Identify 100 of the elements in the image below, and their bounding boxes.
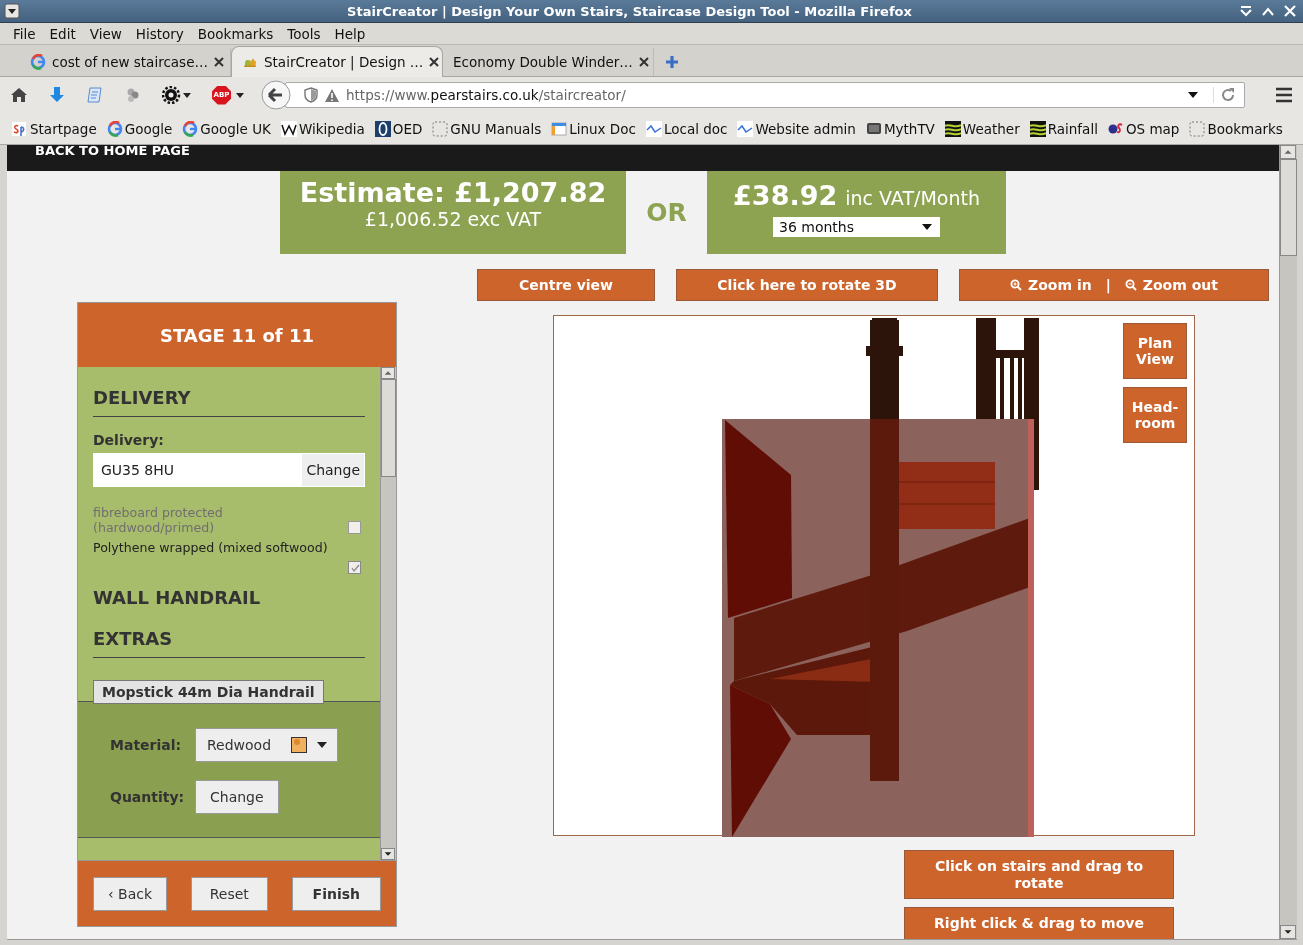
menu-item[interactable]: Edit	[42, 25, 83, 42]
dropdown-icon[interactable]	[1187, 90, 1199, 100]
stage-title: STAGE 11 of 11	[78, 302, 396, 367]
tv-icon	[865, 120, 882, 137]
change-button[interactable]: Change	[195, 780, 279, 814]
change-button[interactable]: Change	[302, 454, 364, 486]
bookmark-item[interactable]: OS map	[1107, 120, 1180, 137]
bookmark-item[interactable]: Weather	[944, 120, 1020, 137]
hint-button[interactable]: Right click & drag to move	[904, 907, 1174, 939]
back-icon[interactable]	[261, 80, 291, 110]
google-logo-icon	[182, 120, 199, 137]
view-button[interactable]: Click here to rotate 3D	[676, 269, 938, 301]
caret-icon	[317, 742, 327, 748]
zoom-in-icon	[1010, 279, 1023, 291]
wave-icon	[645, 120, 662, 137]
menu-item[interactable]: Help	[327, 25, 373, 42]
bookmark-item[interactable]: Wikipedia	[280, 120, 365, 137]
scrollbar-thumb[interactable]	[381, 379, 396, 477]
address-field[interactable]: https://www.pearstairs.co.uk/staircreator/	[285, 82, 1245, 108]
tab-label: cost of new staircase…	[52, 54, 208, 70]
tab-label: Economy Double Winder…	[453, 54, 633, 70]
bookmark-item[interactable]: Local doc	[645, 120, 728, 137]
field-label: Delivery:	[93, 432, 165, 448]
url-text: https://www.pearstairs.co.uk/staircreator/	[346, 87, 627, 103]
monthly-amount: £38.92	[733, 180, 838, 211]
bookmark-item[interactable]: Bookmarks	[1189, 120, 1283, 137]
footer-button[interactable]: ‹ Back	[93, 876, 168, 911]
striped-logo-icon	[1029, 120, 1046, 137]
section-heading: EXTRAS	[93, 628, 365, 658]
download-icon[interactable]	[48, 86, 66, 104]
caret-icon	[922, 224, 932, 230]
new-tab-icon[interactable]	[664, 54, 680, 70]
term-dropdown[interactable]: 36 months	[773, 217, 940, 237]
hint-button[interactable]: Click on stairs and drag to rotate	[904, 850, 1174, 899]
home-icon[interactable]	[10, 86, 28, 104]
view-button[interactable]: Centre view	[477, 269, 655, 301]
wave-icon	[737, 120, 754, 137]
google-logo-icon	[106, 120, 123, 137]
scroll-up-icon[interactable]	[381, 367, 395, 379]
scrollbar[interactable]	[380, 367, 396, 860]
oed-logo-icon	[374, 120, 391, 137]
reload-icon[interactable]	[1213, 87, 1236, 103]
browser-tab[interactable]: Economy Double Winder…	[443, 48, 654, 76]
bookmark-item[interactable]: Rainfall	[1029, 120, 1098, 137]
zoom-out-icon	[1124, 279, 1137, 291]
browser-tab[interactable]: StairCreator | Design …	[231, 46, 443, 77]
close-icon[interactable]	[638, 57, 649, 67]
menu-item[interactable]: Tools	[280, 25, 328, 42]
menu-item[interactable]: Bookmarks	[190, 25, 281, 42]
back-to-home-link[interactable]: BACK TO HOME PAGE	[35, 145, 190, 157]
bookmark-item[interactable]: Google	[106, 120, 173, 137]
zoom-out-link[interactable]: Zoom out	[1124, 277, 1218, 293]
footer-button[interactable]: Reset	[190, 876, 268, 911]
bookmark-item[interactable]: MythTV	[865, 120, 935, 137]
zoom-in-link[interactable]: Zoom in	[1010, 277, 1092, 293]
section-heading: DELIVERY	[93, 387, 365, 417]
window-title: StairCreator | Design Your Own Stairs, Staircase Design Tool - Mozilla Firefox	[346, 3, 913, 19]
close-icon[interactable]	[213, 57, 224, 67]
wikipedia-logo-icon	[280, 120, 297, 137]
footer-button[interactable]: Finish	[291, 876, 381, 911]
google-logo-icon	[30, 54, 46, 70]
wood-swatch-icon	[291, 737, 307, 753]
startpage-logo-icon	[12, 120, 28, 137]
scroll-up-icon[interactable]	[1280, 145, 1296, 159]
shade-icon[interactable]	[1239, 4, 1253, 18]
close-icon[interactable]	[429, 57, 440, 67]
menu-item[interactable]: History	[128, 25, 191, 42]
bookmark-item[interactable]: Linux Doc	[551, 120, 636, 137]
shield-icon	[304, 87, 318, 103]
separator-text: |	[1105, 277, 1111, 293]
menu-item[interactable]: File	[6, 25, 43, 42]
bookmark-item[interactable]: Google UK	[182, 120, 271, 137]
bookmark-item[interactable]: Website admin	[737, 120, 856, 137]
bookmark-item[interactable]: GNU Manuals	[432, 120, 542, 137]
bookmark-item[interactable]: OED	[374, 120, 423, 137]
option-label: fibreboard protected (hardwood/primed)	[93, 505, 224, 535]
document-icon	[551, 120, 568, 137]
view-mode-button[interactable]: Plan View	[1123, 323, 1187, 379]
field-label: Material:	[110, 737, 179, 753]
3d-viewer[interactable]: Plan View Head-room	[553, 315, 1195, 836]
scrollbar-thumb[interactable]	[1280, 159, 1297, 256]
material-dropdown[interactable]: Redwood	[195, 728, 338, 762]
tab-label: StairCreator | Design …	[264, 54, 424, 70]
menu-icon[interactable]	[1275, 87, 1293, 103]
estimate-total: Estimate: £1,207.82	[299, 177, 607, 208]
scroll-down-icon[interactable]	[381, 848, 395, 860]
window-menu-icon[interactable]	[4, 3, 20, 19]
settings-icon[interactable]	[162, 86, 192, 104]
placeholder-page-icon	[432, 120, 449, 137]
view-mode-button[interactable]: Head-room	[1123, 387, 1187, 443]
postcode-field[interactable]: GU35 8HU Change	[93, 453, 365, 487]
scrollbar[interactable]	[1279, 145, 1297, 939]
estimate-exc-vat: £1,006.52 exc VAT	[364, 208, 542, 230]
bookmark-item[interactable]: Startpage	[12, 120, 97, 137]
option-label: Polythene wrapped (mixed softwood)	[93, 540, 329, 555]
caret-icon[interactable]	[235, 90, 245, 100]
item-title: Mopstick 44m Dia Handrail	[93, 680, 324, 704]
checkbox[interactable]	[348, 561, 361, 574]
menu-item[interactable]: View	[82, 25, 129, 42]
scroll-down-icon[interactable]	[1280, 925, 1296, 939]
